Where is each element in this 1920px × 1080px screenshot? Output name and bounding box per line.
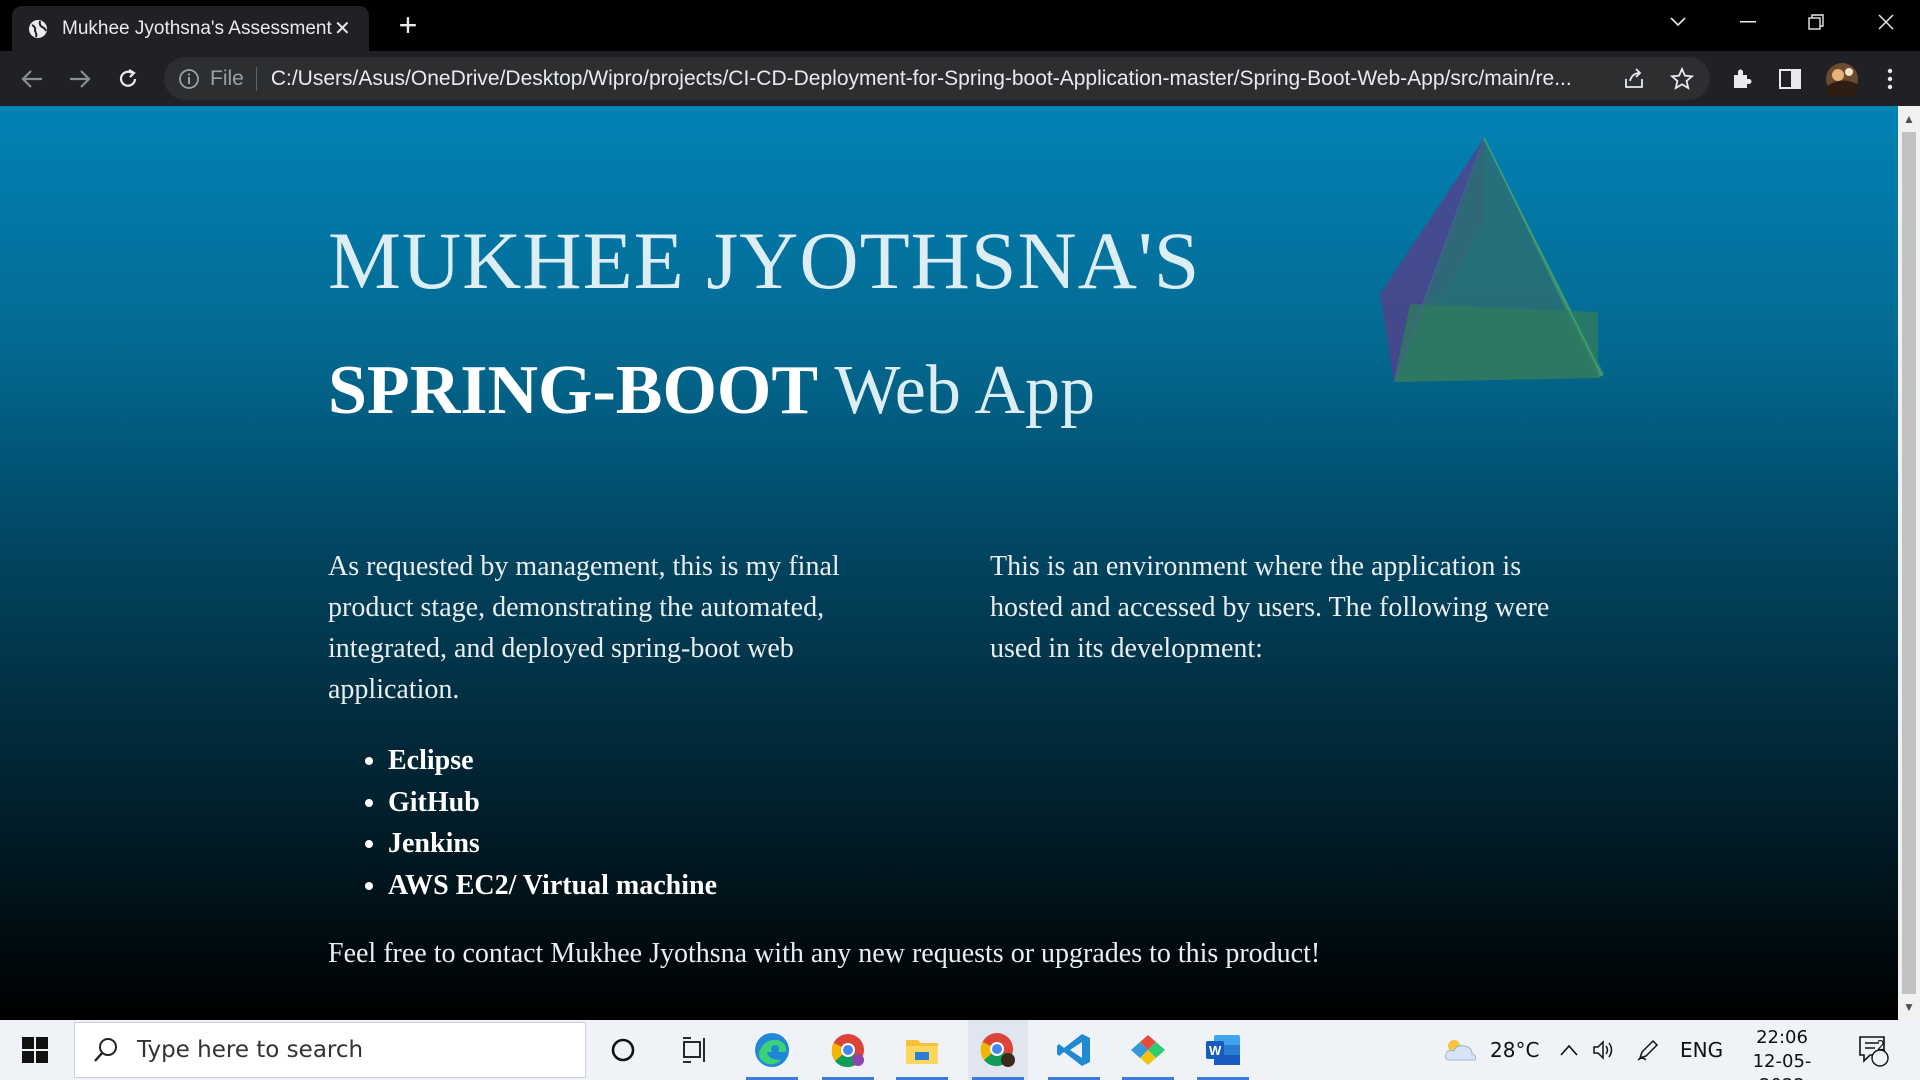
page-viewport: MUKHEE JYOTHSNA'S SPRING-BOOT Web App As… xyxy=(0,106,1898,1020)
url-scheme-label: File xyxy=(210,66,244,90)
taskbar-chrome-active[interactable] xyxy=(968,1020,1028,1080)
arrow-left-icon xyxy=(21,70,42,88)
globe-icon xyxy=(28,19,48,39)
task-view-button[interactable] xyxy=(665,1020,725,1080)
side-panel-icon[interactable] xyxy=(1776,65,1804,93)
vscode-icon xyxy=(1057,1034,1090,1066)
browser-tab[interactable]: Mukhee Jyothsna's Assessment ✕ xyxy=(12,6,369,51)
page-heading-name: MUKHEE JYOTHSNA'S xyxy=(328,215,1201,306)
taskbar-chrome-profile[interactable] xyxy=(818,1020,878,1080)
minimize-button[interactable] xyxy=(1720,0,1776,44)
notification-center-button[interactable]: 2 xyxy=(1856,1020,1890,1080)
new-tab-button[interactable]: + xyxy=(392,9,424,42)
taskbar-vscode[interactable] xyxy=(1044,1020,1104,1080)
list-item: GitHub xyxy=(388,782,717,824)
clock-date: 12-05-2022 xyxy=(1752,1051,1812,1080)
arrow-right-icon xyxy=(70,70,91,88)
contact-footer: Feel free to contact Mukhee Jyothsna wit… xyxy=(328,938,1321,969)
tab-close-icon[interactable]: ✕ xyxy=(332,16,353,41)
share-icon[interactable] xyxy=(1620,65,1648,93)
language-indicator[interactable]: ENG xyxy=(1680,1020,1723,1080)
tab-search-button[interactable] xyxy=(1650,0,1706,44)
cortana-circle-icon xyxy=(611,1038,635,1062)
browser-toolbar: File C:/Users/Asus/OneDrive/Desktop/Wipr… xyxy=(0,51,1920,106)
taskbar-git-app[interactable] xyxy=(1118,1020,1178,1080)
back-button[interactable] xyxy=(14,61,50,97)
restore-icon xyxy=(1808,14,1824,30)
chevron-up-icon xyxy=(1560,1044,1578,1056)
reload-icon xyxy=(119,69,137,87)
minimize-icon xyxy=(1740,21,1756,23)
volume-button[interactable] xyxy=(1592,1020,1616,1080)
chrome-icon xyxy=(831,1034,864,1068)
task-view-icon xyxy=(683,1037,705,1063)
vertical-scrollbar[interactable]: ▲ ▼ xyxy=(1898,106,1920,1020)
word-icon: W xyxy=(1206,1035,1240,1065)
omnibox-divider xyxy=(255,66,257,91)
close-window-button[interactable] xyxy=(1858,0,1914,44)
language-label: ENG xyxy=(1680,1038,1724,1062)
address-bar[interactable]: File C:/Users/Asus/OneDrive/Desktop/Wipr… xyxy=(164,57,1710,100)
profile-avatar[interactable] xyxy=(1824,61,1860,97)
reload-button[interactable] xyxy=(110,61,146,97)
svg-text:W: W xyxy=(1209,1043,1222,1058)
heading-bold-text: SPRING-BOOT xyxy=(328,352,819,429)
tab-title: Mukhee Jyothsna's Assessment xyxy=(62,17,332,39)
intro-paragraph: As requested by management, this is my f… xyxy=(328,551,840,705)
windows-taskbar: Type here to search W 28°C ENG 22:06 12-… xyxy=(0,1020,1920,1080)
pen-workspace-button[interactable] xyxy=(1636,1020,1660,1080)
list-item: AWS EC2/ Virtual machine xyxy=(388,865,717,907)
chrome-icon xyxy=(980,1033,1015,1067)
url-text[interactable]: C:/Users/Asus/OneDrive/Desktop/Wipro/pro… xyxy=(271,67,1611,91)
cloud-weather-icon xyxy=(1445,1040,1477,1061)
info-icon[interactable] xyxy=(178,68,200,90)
git-diamond-icon xyxy=(1131,1035,1165,1065)
search-icon xyxy=(94,1038,117,1062)
scroll-up-icon[interactable]: ▲ xyxy=(1898,108,1920,130)
taskbar-file-explorer[interactable] xyxy=(892,1020,952,1080)
system-clock[interactable]: 22:06 12-05-2022 xyxy=(1730,1026,1834,1080)
clock-time: 22:06 xyxy=(1756,1027,1808,1048)
list-item: Eclipse xyxy=(388,740,717,782)
more-menu-icon[interactable] xyxy=(1876,65,1904,93)
page-heading-app: SPRING-BOOT Web App xyxy=(328,351,1095,431)
close-icon xyxy=(1878,14,1894,30)
taskbar-search-box[interactable]: Type here to search xyxy=(74,1022,586,1078)
folder-icon xyxy=(906,1040,938,1064)
weather-widget[interactable]: 28°C xyxy=(1442,1020,1539,1080)
tab-strip: Mukhee Jyothsna's Assessment ✕ + xyxy=(0,0,1920,51)
notification-count: 2 xyxy=(1876,1039,1886,1054)
environment-paragraph: This is an environment where the applica… xyxy=(990,551,1550,664)
heading-light-text: Web App xyxy=(834,352,1096,429)
extensions-puzzle-icon[interactable] xyxy=(1728,65,1756,93)
pyramid-graphic xyxy=(1380,137,1604,383)
taskbar-edge[interactable] xyxy=(742,1020,802,1080)
chevron-down-icon xyxy=(1670,17,1686,27)
bookmark-star-icon[interactable] xyxy=(1668,65,1696,93)
list-item: Jenkins xyxy=(388,823,717,865)
edge-icon xyxy=(755,1033,789,1067)
cortana-button[interactable] xyxy=(593,1020,653,1080)
forward-button[interactable] xyxy=(62,61,98,97)
speaker-icon xyxy=(1593,1040,1613,1060)
tools-list: Eclipse GitHub Jenkins AWS EC2/ Virtual … xyxy=(388,740,717,906)
scroll-down-icon[interactable]: ▼ xyxy=(1898,996,1920,1018)
weather-temp: 28°C xyxy=(1490,1038,1540,1062)
scrollbar-thumb[interactable] xyxy=(1902,132,1916,994)
windows-logo-icon xyxy=(22,1037,48,1063)
show-hidden-icons[interactable] xyxy=(1560,1020,1578,1080)
restore-button[interactable] xyxy=(1788,0,1844,44)
taskbar-word[interactable]: W xyxy=(1193,1020,1253,1080)
pen-icon xyxy=(1637,1039,1659,1061)
search-placeholder: Type here to search xyxy=(137,1037,364,1063)
start-button[interactable] xyxy=(0,1020,70,1080)
